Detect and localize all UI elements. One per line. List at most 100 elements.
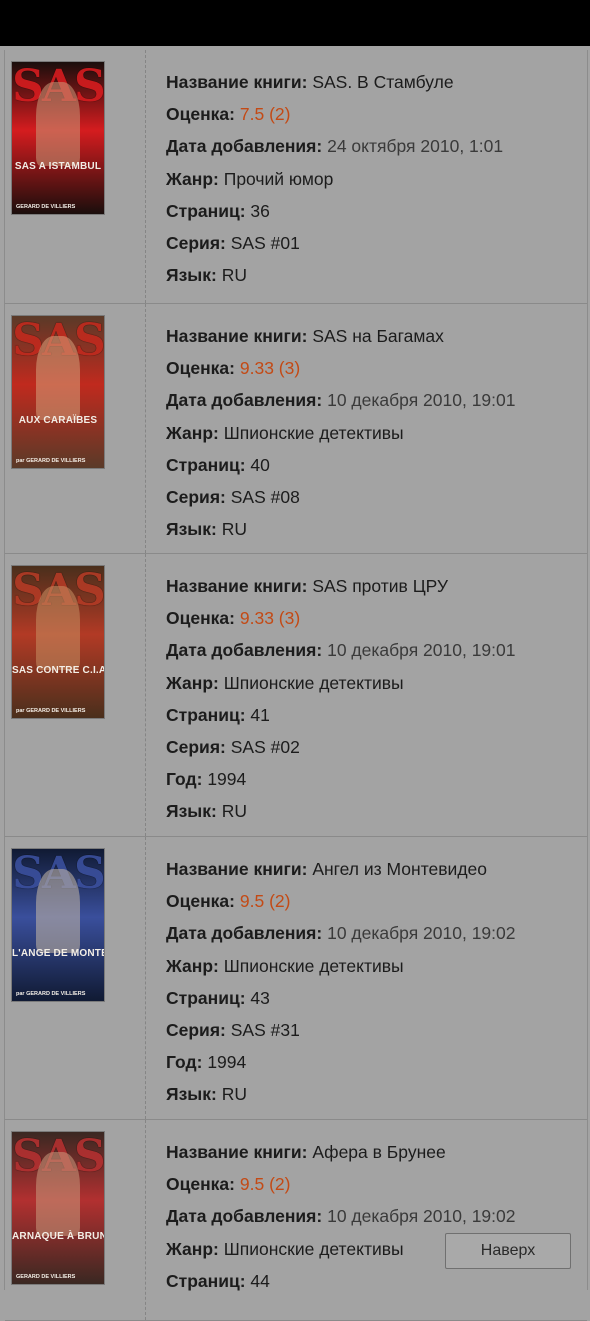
field-label: Страниц: <box>166 200 246 221</box>
field-genre: Жанр: Шпионские детективы <box>166 950 579 982</box>
field-rating: Оценка: 9.5 (2) <box>166 1168 579 1200</box>
book-row: SASSAS A ISTAMBULGERARD DE VILLIERSНазва… <box>5 50 587 304</box>
field-value: 9.5 (2) <box>239 1174 291 1195</box>
field-language: Язык: RU <box>166 513 579 545</box>
field-year: Год: 1994 <box>166 763 579 795</box>
field-value: 9.33 (3) <box>239 358 301 379</box>
book-info: Название книги: SAS против ЦРУ Оценка: 9.… <box>166 570 579 828</box>
field-series: Серия: SAS #31 <box>166 1014 579 1046</box>
field-value[interactable]: SAS на Багамах <box>312 326 444 346</box>
cover-cell: SASAUX CARAÏBESpar GERARD DE VILLIERS <box>5 304 146 553</box>
field-pages: Страниц: 40 <box>166 449 579 481</box>
field-label: Серия: <box>166 486 226 507</box>
cover-author: par GERARD DE VILLIERS <box>16 458 86 464</box>
field-value: 7.5 (2) <box>239 104 291 125</box>
field-series: Серия: SAS #08 <box>166 481 579 513</box>
field-value: Шпионские детективы <box>223 955 404 976</box>
field-label: Язык: <box>166 519 217 540</box>
field-value: 24 октября 2010, 1:01 <box>327 136 504 157</box>
field-value: 9.33 (3) <box>239 608 301 629</box>
field-label: Язык: <box>166 265 217 286</box>
field-genre: Жанр: Прочий юмор <box>166 163 579 195</box>
field-label: Язык: <box>166 801 217 822</box>
book-cover[interactable]: SASSAS CONTRE C.I.Apar GERARD DE VILLIER… <box>12 566 104 718</box>
field-value: SAS #02 <box>230 736 300 757</box>
field-label: Серия: <box>166 736 226 757</box>
field-label: Оценка: <box>166 104 235 125</box>
field-series: Серия: SAS #02 <box>166 731 579 763</box>
field-label: Серия: <box>166 1019 226 1040</box>
field-label: Название книги: <box>166 326 308 346</box>
book-cover[interactable]: SASSAS A ISTAMBULGERARD DE VILLIERS <box>12 62 104 214</box>
field-rating: Оценка: 9.33 (3) <box>166 352 579 384</box>
field-value: RU <box>221 265 247 286</box>
field-label: Оценка: <box>166 891 235 912</box>
field-date: Дата добавления: 10 декабря 2010, 19:02 <box>166 1200 579 1232</box>
book-cover[interactable]: SASL'ANGE DE MONTEVIDEOpar GERARD DE VIL… <box>12 849 104 1001</box>
field-label: Оценка: <box>166 608 235 629</box>
field-label: Название книги: <box>166 576 308 596</box>
field-value: 36 <box>250 200 270 221</box>
field-value: 1994 <box>207 769 247 790</box>
cover-title: ARNAQUE À BRUNEI <box>12 1231 104 1242</box>
field-label: Оценка: <box>166 1174 235 1195</box>
field-series: Серия: SAS #01 <box>166 227 579 259</box>
book-info: Название книги: Афера в Брунее Оценка: 9.… <box>166 1136 579 1297</box>
book-cover[interactable]: SASARNAQUE À BRUNEIGERARD DE VILLIERS <box>12 1132 104 1284</box>
field-language: Язык: RU <box>166 795 579 827</box>
field-value: 9.5 (2) <box>239 891 291 912</box>
book-cover[interactable]: SASAUX CARAÏBESpar GERARD DE VILLIERS <box>12 316 104 468</box>
book-info: Название книги: SAS на Багамах Оценка: 9.… <box>166 320 579 545</box>
field-name: Название книги: Ангел из Монтевидео <box>166 853 579 885</box>
field-value: SAS #08 <box>230 486 300 507</box>
field-label: Жанр: <box>166 1238 219 1259</box>
field-pages: Страниц: 41 <box>166 699 579 731</box>
field-value[interactable]: Афера в Брунее <box>312 1142 445 1162</box>
field-label: Жанр: <box>166 422 219 443</box>
field-label: Жанр: <box>166 672 219 693</box>
cover-figure <box>35 336 81 420</box>
cover-cell: SASL'ANGE DE MONTEVIDEOpar GERARD DE VIL… <box>5 837 146 1119</box>
field-value[interactable]: SAS. В Стамбуле <box>312 72 453 92</box>
field-value: 10 декабря 2010, 19:01 <box>327 640 516 661</box>
book-row: SASL'ANGE DE MONTEVIDEOpar GERARD DE VIL… <box>5 837 587 1120</box>
field-name: Название книги: Афера в Брунее <box>166 1136 579 1168</box>
field-value: 10 декабря 2010, 19:02 <box>327 923 516 944</box>
field-value: SAS #01 <box>230 232 300 253</box>
field-genre: Жанр: Шпионские детективы <box>166 667 579 699</box>
cover-cell: SASSAS A ISTAMBULGERARD DE VILLIERS <box>5 50 146 303</box>
field-name: Название книги: SAS против ЦРУ <box>166 570 579 602</box>
field-date: Дата добавления: 24 октября 2010, 1:01 <box>166 130 579 162</box>
field-value: RU <box>221 1084 247 1105</box>
field-language: Язык: RU <box>166 1078 579 1110</box>
field-value: RU <box>221 801 247 822</box>
cover-author: par GERARD DE VILLIERS <box>16 991 86 997</box>
field-name: Название книги: SAS на Багамах <box>166 320 579 352</box>
field-label: Страниц: <box>166 704 246 725</box>
field-label: Жанр: <box>166 955 219 976</box>
field-value[interactable]: Ангел из Монтевидео <box>312 859 487 879</box>
cover-title: SAS CONTRE C.I.A <box>12 665 104 676</box>
field-value: Шпионские детективы <box>223 1238 404 1259</box>
field-value: 10 декабря 2010, 19:02 <box>327 1206 516 1227</box>
book-list: SASSAS A ISTAMBULGERARD DE VILLIERS Назва… <box>4 50 588 1321</box>
field-label: Страниц: <box>166 987 246 1008</box>
field-value[interactable]: SAS против ЦРУ <box>312 576 448 596</box>
field-pages: Страниц: 43 <box>166 982 579 1014</box>
cover-author: par GERARD DE VILLIERS <box>16 708 86 714</box>
field-label: Страниц: <box>166 1270 246 1291</box>
book-info: Название книги: Ангел из Монтевидео Оценк… <box>166 853 579 1111</box>
field-label: Название книги: <box>166 1142 308 1162</box>
field-language: Язык: RU <box>166 259 579 291</box>
field-label: Язык: <box>166 1084 217 1105</box>
field-date: Дата добавления: 10 декабря 2010, 19:01 <box>166 384 579 416</box>
scroll-to-top-button[interactable]: Наверх <box>445 1233 571 1269</box>
field-pages: Страниц: 36 <box>166 195 579 227</box>
field-pages: Страниц: 44 <box>166 1265 579 1297</box>
status-bar <box>0 0 590 46</box>
field-value: Прочий юмор <box>223 168 334 189</box>
field-label: Жанр: <box>166 168 219 189</box>
cover-figure <box>35 586 81 670</box>
field-label: Оценка: <box>166 358 235 379</box>
book-info: Название книги: SAS. В Стамбуле Оценка: 7… <box>166 66 579 291</box>
